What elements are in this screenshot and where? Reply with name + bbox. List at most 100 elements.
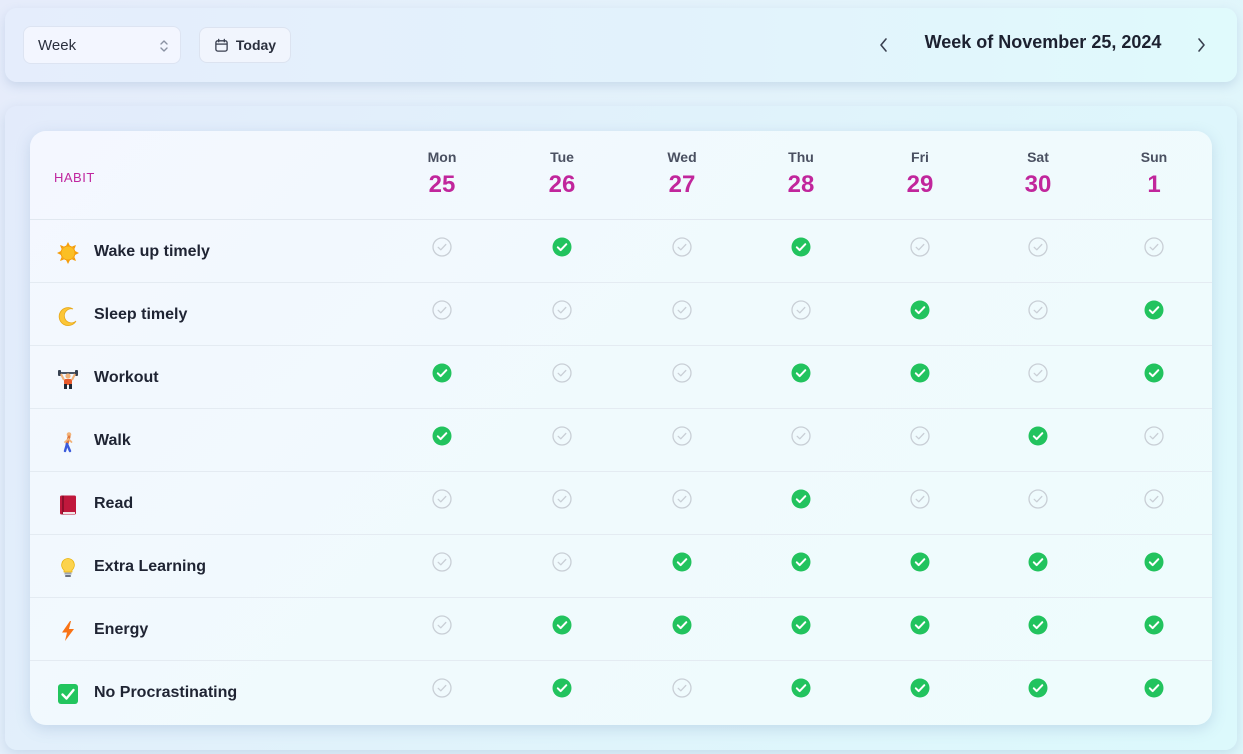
unchecked-circle-icon[interactable] <box>910 237 930 257</box>
checked-circle-icon[interactable] <box>1028 615 1048 635</box>
unchecked-circle-icon[interactable] <box>432 237 452 257</box>
day-header: Mon 25 <box>392 149 492 199</box>
checked-circle-icon[interactable] <box>1144 615 1164 635</box>
toolbar: Week Today Week of November 25, 2024 <box>5 8 1237 82</box>
checked-circle-icon[interactable] <box>672 552 692 572</box>
unchecked-circle-icon[interactable] <box>552 552 572 572</box>
day-date: 29 <box>906 171 934 198</box>
habit-row: Extra Learning <box>30 535 1212 598</box>
habit-row: Energy <box>30 598 1212 661</box>
unchecked-circle-icon[interactable] <box>1028 489 1048 509</box>
day-header: Tue 26 <box>512 149 612 199</box>
unchecked-circle-icon[interactable] <box>1028 363 1048 383</box>
day-header: Sat 30 <box>988 149 1088 199</box>
checked-circle-icon[interactable] <box>910 615 930 635</box>
unchecked-circle-icon[interactable] <box>432 552 452 572</box>
checked-circle-icon[interactable] <box>791 678 811 698</box>
checked-circle-icon[interactable] <box>910 552 930 572</box>
habit-column-header: HABIT <box>54 170 95 185</box>
habit-row: Walk <box>30 409 1212 472</box>
view-select-value: Week <box>38 36 77 54</box>
unchecked-circle-icon[interactable] <box>672 489 692 509</box>
unchecked-circle-icon[interactable] <box>552 363 572 383</box>
habit-row: Sleep timely <box>30 283 1212 346</box>
unchecked-circle-icon[interactable] <box>791 300 811 320</box>
checked-circle-icon[interactable] <box>910 363 930 383</box>
unchecked-circle-icon[interactable] <box>1144 489 1164 509</box>
next-week-button[interactable] <box>1190 34 1212 56</box>
checked-circle-icon[interactable] <box>1028 552 1048 572</box>
unchecked-circle-icon[interactable] <box>672 678 692 698</box>
day-date: 27 <box>668 171 696 198</box>
day-date: 25 <box>428 171 456 198</box>
habit-name: Read <box>94 495 134 512</box>
day-header: Thu 28 <box>751 149 851 199</box>
checkbox-icon <box>56 682 80 706</box>
unchecked-circle-icon[interactable] <box>1028 300 1048 320</box>
unchecked-circle-icon[interactable] <box>432 678 452 698</box>
unchecked-circle-icon[interactable] <box>910 489 930 509</box>
checked-circle-icon[interactable] <box>672 615 692 635</box>
habit-row: No Procrastinating <box>30 661 1212 724</box>
day-header: Wed 27 <box>632 149 732 199</box>
unchecked-circle-icon[interactable] <box>432 300 452 320</box>
weightlifter-icon <box>56 367 80 391</box>
chevron-right-icon <box>1198 38 1205 52</box>
today-button-label: Today <box>235 37 277 53</box>
day-of-week: Mon <box>427 149 457 165</box>
checked-circle-icon[interactable] <box>910 300 930 320</box>
habit-name: Workout <box>94 369 159 386</box>
unchecked-circle-icon[interactable] <box>552 300 572 320</box>
checked-circle-icon[interactable] <box>1028 678 1048 698</box>
habit-name: Extra Learning <box>94 558 207 575</box>
checked-circle-icon[interactable] <box>552 678 572 698</box>
checked-circle-icon[interactable] <box>1144 678 1164 698</box>
calendar-icon <box>215 38 228 52</box>
prev-week-button[interactable] <box>873 34 895 56</box>
day-of-week: Wed <box>667 149 697 165</box>
unchecked-circle-icon[interactable] <box>1144 426 1164 446</box>
habit-name: Energy <box>94 621 149 638</box>
unchecked-circle-icon[interactable] <box>432 615 452 635</box>
day-of-week: Sat <box>1027 149 1049 165</box>
checked-circle-icon[interactable] <box>552 615 572 635</box>
checked-circle-icon[interactable] <box>791 489 811 509</box>
unchecked-circle-icon[interactable] <box>1028 237 1048 257</box>
day-header: Sun 1 <box>1104 149 1204 199</box>
unchecked-circle-icon[interactable] <box>910 426 930 446</box>
lightbulb-icon <box>56 556 80 580</box>
unchecked-circle-icon[interactable] <box>672 237 692 257</box>
moon-icon <box>56 304 80 328</box>
unchecked-circle-icon[interactable] <box>672 363 692 383</box>
today-button[interactable]: Today <box>199 27 291 63</box>
unchecked-circle-icon[interactable] <box>672 300 692 320</box>
unchecked-circle-icon[interactable] <box>552 426 572 446</box>
unchecked-circle-icon[interactable] <box>1144 237 1164 257</box>
checked-circle-icon[interactable] <box>432 426 452 446</box>
checked-circle-icon[interactable] <box>1028 426 1048 446</box>
book-icon <box>56 493 80 517</box>
habit-row: Workout <box>30 346 1212 409</box>
checked-circle-icon[interactable] <box>791 363 811 383</box>
day-of-week: Tue <box>550 149 574 165</box>
day-date: 30 <box>1024 171 1052 198</box>
checked-circle-icon[interactable] <box>910 678 930 698</box>
checked-circle-icon[interactable] <box>791 615 811 635</box>
view-select[interactable]: Week <box>23 26 181 64</box>
unchecked-circle-icon[interactable] <box>791 426 811 446</box>
unchecked-circle-icon[interactable] <box>432 489 452 509</box>
table-header: HABIT Mon 25 Tue 26 Wed 27 Thu 28 Fri 29 Sat 30 Sun 1 <box>30 131 1212 220</box>
chevron-up-down-icon <box>160 40 168 52</box>
day-date: 26 <box>548 171 576 198</box>
checked-circle-icon[interactable] <box>791 237 811 257</box>
unchecked-circle-icon[interactable] <box>552 489 572 509</box>
unchecked-circle-icon[interactable] <box>672 426 692 446</box>
day-header: Fri 29 <box>870 149 970 199</box>
checked-circle-icon[interactable] <box>552 237 572 257</box>
checked-circle-icon[interactable] <box>1144 300 1164 320</box>
checked-circle-icon[interactable] <box>1144 552 1164 572</box>
day-of-week: Sun <box>1140 149 1168 165</box>
checked-circle-icon[interactable] <box>791 552 811 572</box>
checked-circle-icon[interactable] <box>1144 363 1164 383</box>
checked-circle-icon[interactable] <box>432 363 452 383</box>
